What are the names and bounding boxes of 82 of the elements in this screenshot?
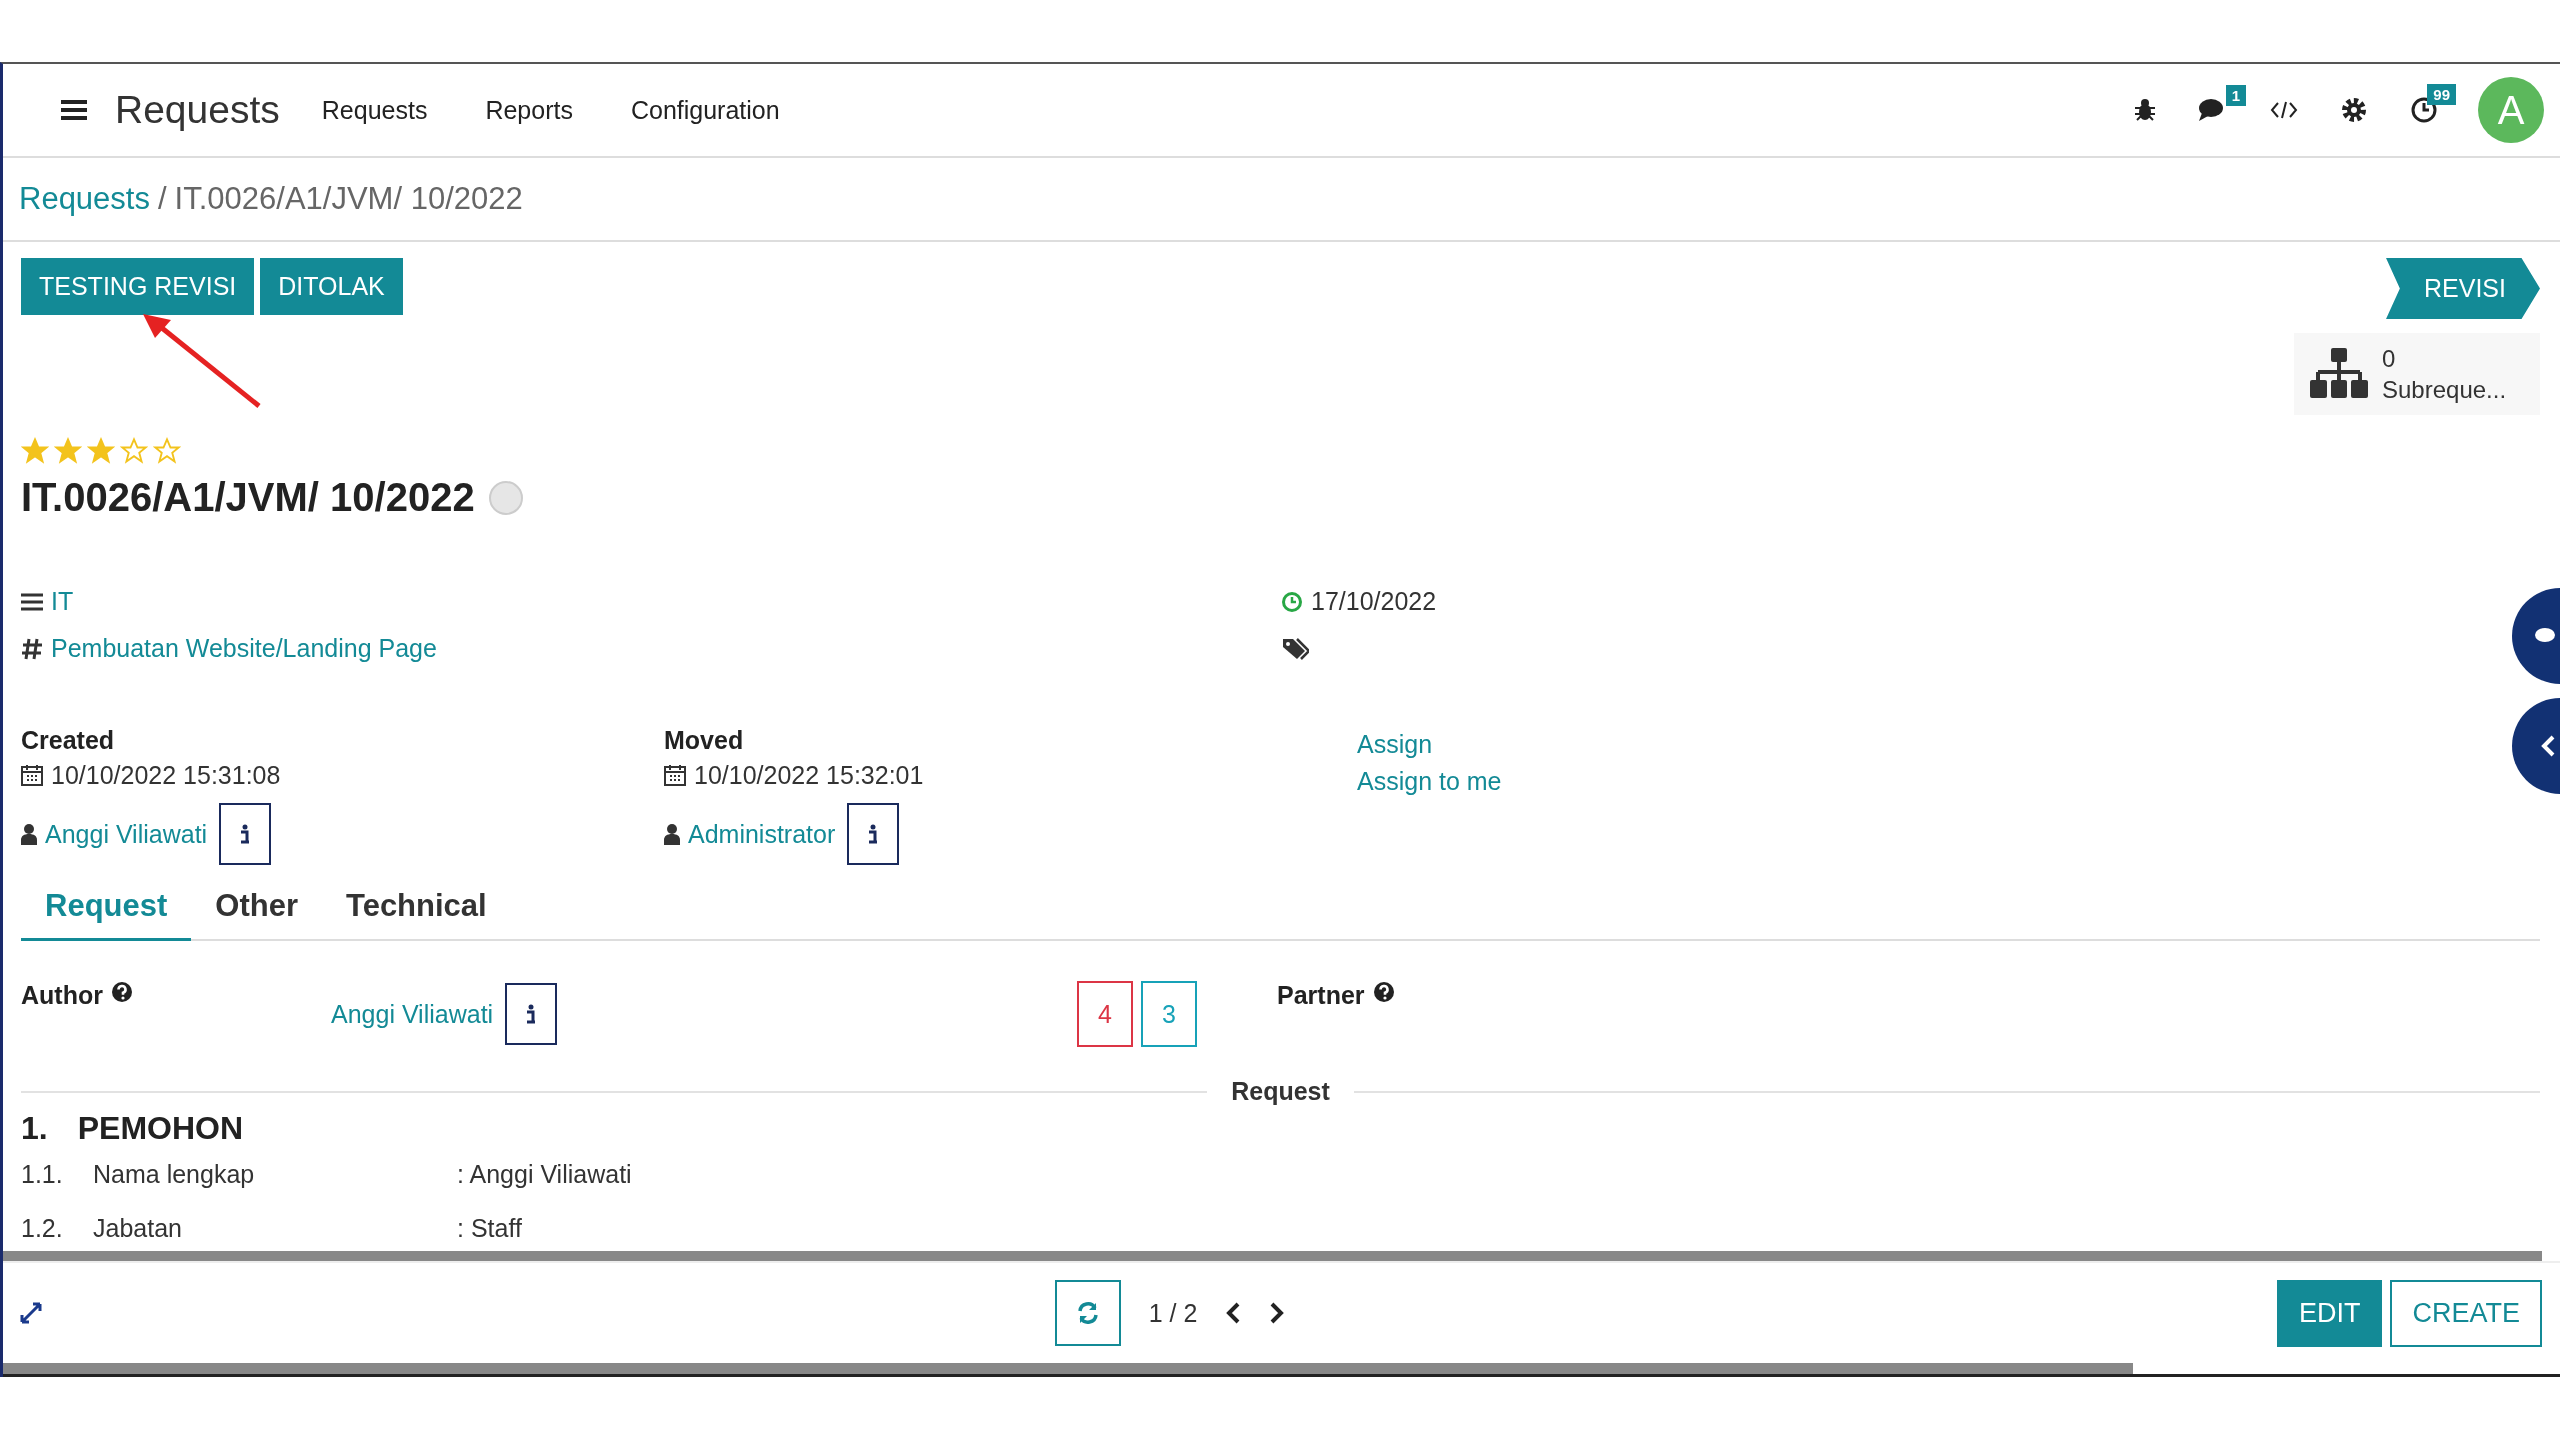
field-value: : Anggi Viliawati [457,1159,632,1189]
refresh-button[interactable] [1054,1280,1121,1346]
user-link[interactable]: Administrator [688,819,836,849]
category-link[interactable]: IT [51,587,74,617]
assign-link[interactable]: Assign [1357,730,1433,760]
field-label: Author [21,981,103,1011]
assign-link[interactable]: Assign to me [1357,767,1502,797]
datetime-text: 10/10/2022 15:31:08 [51,760,281,790]
info-icon [526,1004,537,1025]
info-icon [868,824,879,845]
hierarchy-icon [2310,348,2368,401]
footer-button[interactable]: CREATE [2390,1279,2542,1347]
field-number: 1.2. [21,1213,64,1243]
tab[interactable]: Request [21,876,192,942]
app-title: Requests [115,88,280,132]
chat-icon [2534,627,2556,645]
calendar-icon [664,764,686,787]
counter-button[interactable]: 3 [1141,981,1197,1048]
nav-menu-item[interactable]: Reports [485,95,573,125]
nav-menu-item[interactable]: Configuration [630,95,780,125]
breadcrumb-separator: / [157,181,167,217]
help-icon[interactable] [110,981,133,1004]
field-label: Jabatan [93,1213,183,1243]
priority-stars[interactable] [21,437,181,466]
info-icon [240,824,251,845]
status-button[interactable]: DITOLAK [260,258,403,315]
field-label: Created [21,730,116,751]
footer-button[interactable]: EDIT [2276,1279,2383,1347]
user-icon [664,823,680,846]
tab[interactable]: Technical [322,876,511,940]
notification-badge: 1 [2225,85,2246,106]
field-number: 1.1. [21,1159,64,1189]
field-label: Moved [664,730,745,751]
tab[interactable]: Other [191,876,322,940]
datetime-text: 10/10/2022 15:32:01 [694,760,924,790]
settings-icon[interactable] [2340,96,2368,124]
star-icon[interactable] [120,437,148,466]
user-link[interactable]: Anggi Viliawati [45,819,208,849]
field-value: : Staff [457,1213,522,1243]
next-icon[interactable] [1269,1301,1286,1325]
list-icon [21,592,43,611]
star-icon[interactable] [153,437,181,466]
field-label: Nama lengkap [93,1159,256,1189]
type-link[interactable]: Pembuatan Website/Landing Page [51,634,437,664]
calendar-icon [21,764,43,787]
clock-icon [1281,590,1303,613]
pager-value: 1 / 2 [1148,1298,1198,1328]
section-heading: PEMOHON [77,1110,244,1148]
user-icon [21,823,37,846]
menu-icon[interactable] [61,99,87,121]
info-button[interactable] [505,983,558,1046]
heading-number: 1. [21,1110,48,1148]
help-icon[interactable] [1372,981,1395,1004]
section-title: Request [1231,1077,1330,1107]
stage-badge[interactable]: REVISI [2386,258,2540,319]
previous-icon[interactable] [1225,1301,1242,1325]
notification-badge: 99 [2427,84,2456,105]
deadline-date: 17/10/2022 [1311,587,1437,617]
hashtag-icon [21,636,43,661]
breadcrumb-current: IT.0026/A1/JVM/ 10/2022 [174,181,523,217]
tags-icon[interactable] [1281,636,1309,661]
refresh-icon [1075,1301,1100,1325]
info-button[interactable] [219,803,272,866]
counter-button[interactable]: 4 [1077,981,1133,1048]
author-link[interactable]: Anggi Viliawati [331,999,494,1029]
subrequests-button[interactable]: 0 Subreque... [2294,333,2540,416]
field-label: Partner [1277,981,1365,1011]
chevron-left-icon [2540,734,2556,758]
star-icon[interactable] [54,437,82,466]
info-button[interactable] [847,803,900,866]
code-icon[interactable] [2270,100,2298,120]
star-icon[interactable] [21,437,49,466]
expand-icon[interactable] [19,1301,43,1325]
record-title: IT.0026/A1/JVM/ 10/2022 [21,475,475,521]
scrollbar-thumb[interactable] [3,1363,2133,1374]
bug-icon[interactable] [2134,98,2156,122]
user-avatar[interactable]: A [2478,77,2544,143]
nav-menu-item[interactable]: Requests [321,95,428,125]
breadcrumb-link[interactable]: Requests [19,181,150,217]
scrollbar[interactable] [3,1251,2542,1261]
status-button[interactable]: TESTING REVISI [21,258,255,315]
star-icon[interactable] [87,437,115,466]
